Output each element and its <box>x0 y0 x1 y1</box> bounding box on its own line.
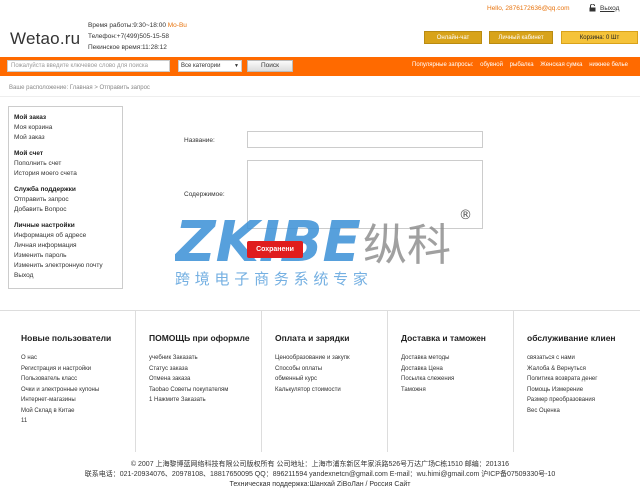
copyright-block: © 2007 上海黎博蓝网络科技有限公司版权所有 公司地址：上海市浦东新区年家浜… <box>0 460 640 490</box>
footer-column-help: ПОМОЩЬ при оформле учебник Заказать Стат… <box>135 311 261 452</box>
sidebar-item[interactable]: История моего счета <box>14 169 117 179</box>
footer-link[interactable]: Жалоба & Вернуться <box>527 364 640 375</box>
contact-info: Время работы:9:30~18:00 Mo-Bu Телефон:+7… <box>88 20 187 53</box>
footer-link[interactable]: Таможня <box>401 385 513 396</box>
footer-link[interactable]: Посылка слежения <box>401 374 513 385</box>
footer-link[interactable]: Помощь Измерение <box>527 385 640 396</box>
account-sidebar: Мой заказ Моя корзина Мой заказ Мой счет… <box>8 106 123 289</box>
footer-link[interactable]: Способы оплаты <box>275 364 387 375</box>
popular-queries: Популярные запросы: обувной рыбалка Женс… <box>412 62 633 68</box>
beijing-time: Пекинское время:11:28:12 <box>88 44 167 51</box>
online-chat-button[interactable]: Онлайн-чат <box>424 31 482 44</box>
breadcrumb: Ваше расположение: Главная > Отправить з… <box>9 85 150 91</box>
sidebar-group-title: Личные настройки <box>14 222 75 229</box>
footer-link[interactable]: Пользователь класс <box>21 374 135 385</box>
footer-link[interactable]: обменный курс <box>275 374 387 385</box>
footer-link[interactable]: Калькулятор стоимости <box>275 385 387 396</box>
sidebar-group-title: Служба поддержки <box>14 186 76 193</box>
contact-line: 联系电话：021-20934076、20978108、18817650095 Q… <box>84 471 556 478</box>
footer-link[interactable]: 1 Нажмите Заказать <box>149 395 261 406</box>
footer-link[interactable]: связаться с нами <box>527 353 640 364</box>
footer-link[interactable]: Доставка методы <box>401 353 513 364</box>
footer-column-title: Доставка и таможен <box>401 333 486 343</box>
sidebar-group-title: Мой счет <box>14 150 44 157</box>
footer-link[interactable]: Статус заказа <box>149 364 261 375</box>
footer-link[interactable]: 11 <box>21 416 135 427</box>
category-select[interactable]: Все категории ▼ <box>178 60 242 72</box>
user-greeting[interactable]: Hello, 2876172636@qq.com <box>487 5 570 12</box>
copyright-line: © 2007 上海黎博蓝网络科技有限公司版权所有 公司地址：上海市浦东新区年家浜… <box>130 461 510 468</box>
popular-query-link[interactable]: нижнее белье <box>589 62 628 68</box>
sidebar-group-settings: Личные настройки Информация об адресе Ли… <box>14 221 117 281</box>
footer-link[interactable]: Taobao Советы покупателям <box>149 385 261 396</box>
footer-link[interactable]: учебник Заказать <box>149 353 261 364</box>
footer-link[interactable]: Ценообразование и закупк <box>275 353 387 364</box>
footer-column-service: обслуживание клиен связаться с нами Жало… <box>513 311 640 452</box>
support-line: Техническая поддержка:Шанхай ZiBoЛан / Р… <box>229 481 411 488</box>
sidebar-group-support: Служба поддержки Отправить запрос Добави… <box>14 185 117 215</box>
footer-link[interactable]: Вес Оценка <box>527 406 640 417</box>
sidebar-item[interactable]: Информация об адресе <box>14 231 117 241</box>
cart-button[interactable]: Корзина: 0 Шт <box>561 31 638 44</box>
sidebar-item[interactable]: Изменить пароль <box>14 251 117 261</box>
sidebar-item[interactable]: Добавить Вопрос <box>14 205 117 215</box>
popular-label: Популярные запросы: <box>412 62 474 68</box>
category-value: Все категории <box>181 63 221 69</box>
footer-column-title: ПОМОЩЬ при оформле <box>149 333 250 343</box>
sidebar-item[interactable]: Выход <box>14 271 117 281</box>
lock-icon <box>589 4 596 12</box>
sidebar-item[interactable]: Пополнить счет <box>14 159 117 169</box>
search-button[interactable]: Поиск <box>247 60 293 72</box>
footer-link[interactable]: Мой Склад в Китае <box>21 406 135 417</box>
footer-link[interactable]: Интернет-магазины <box>21 395 135 406</box>
footer-column-title: Новые пользователи <box>21 333 112 343</box>
footer-link[interactable]: О нас <box>21 353 135 364</box>
sidebar-item[interactable]: Личная информация <box>14 241 117 251</box>
logout-label: Выход <box>600 4 620 12</box>
footer-column-title: Оплата и зарядки <box>275 333 350 343</box>
working-days: Mo-Bu <box>167 22 187 29</box>
chevron-down-icon: ▼ <box>234 63 239 69</box>
cabinet-button[interactable]: Личный кабинет <box>489 31 553 44</box>
sidebar-item[interactable]: Мой заказ <box>14 133 117 143</box>
divider <box>0 96 640 97</box>
save-button[interactable]: Сохранени <box>247 241 303 258</box>
content-label: Содержимое: <box>184 191 225 198</box>
name-input[interactable] <box>247 131 483 148</box>
sidebar-group-title: Мой заказ <box>14 114 47 121</box>
footer-link[interactable]: Очки и электронные купоны <box>21 385 135 396</box>
site-logo[interactable]: Wetao.ru <box>10 29 80 49</box>
footer-column-new-users: Новые пользователи О нас Регистрация и н… <box>8 311 135 452</box>
name-label: Название: <box>184 137 215 144</box>
popular-query-link[interactable]: Женская сумка <box>540 62 582 68</box>
footer-link[interactable]: Отмена заказа <box>149 374 261 385</box>
sidebar-item[interactable]: Изменить электронную почту <box>14 261 117 271</box>
popular-query-link[interactable]: обувной <box>480 62 503 68</box>
sidebar-group-account: Мой счет Пополнить счет История моего сч… <box>14 149 117 179</box>
content-textarea[interactable] <box>247 160 483 229</box>
watermark-tagline: 跨 境 电 子 商 务 系 统 专 家 <box>175 270 368 288</box>
phone-number: Телефон:+7(499)505-15-58 <box>88 33 169 40</box>
sidebar-group-orders: Мой заказ Моя корзина Мой заказ <box>14 113 117 143</box>
logout-link[interactable]: Выход <box>589 4 619 12</box>
search-input[interactable]: Пожалуйста введите ключевое слово для по… <box>7 60 170 72</box>
popular-query-link[interactable]: рыбалка <box>510 62 534 68</box>
sidebar-item[interactable]: Отправить запрос <box>14 195 117 205</box>
footer-link[interactable]: Политика возврата денег <box>527 374 640 385</box>
footer-column-delivery: Доставка и таможен Доставка методы Доста… <box>387 311 513 452</box>
footer-column-payment: Оплата и зарядки Ценообразование и закуп… <box>261 311 387 452</box>
working-hours: Время работы:9:30~18:00 <box>88 22 166 29</box>
footer-link[interactable]: Регистрация и настройки <box>21 364 135 375</box>
footer-link[interactable]: Доставка Цена <box>401 364 513 375</box>
footer-column-title: обслуживание клиен <box>527 333 616 343</box>
footer-link[interactable]: Размер преобразования <box>527 395 640 406</box>
sidebar-item[interactable]: Моя корзина <box>14 123 117 133</box>
